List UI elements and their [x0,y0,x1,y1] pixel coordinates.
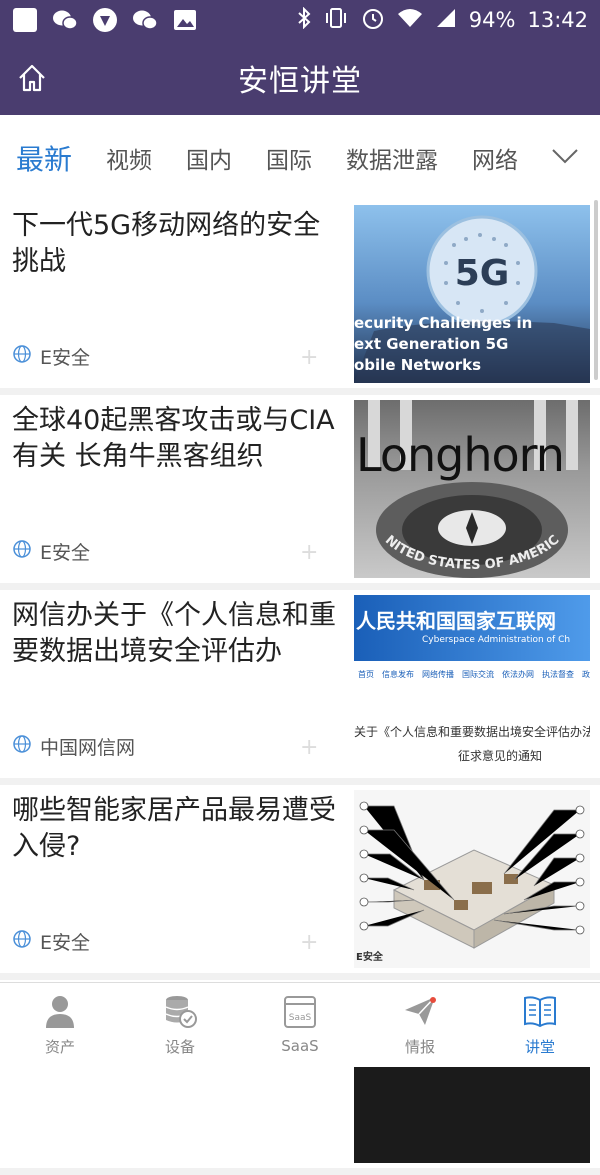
globe-icon [12,539,32,564]
add-icon[interactable]: + [300,540,318,565]
article-thumbnail: UNITED STATES OF AMERICA Longhorn [354,400,590,578]
database-icon [163,994,197,1032]
nav-intel[interactable]: 情报 [360,983,480,1067]
expand-tabs-button[interactable] [530,115,600,200]
user-icon [44,994,76,1032]
add-icon[interactable]: + [300,930,318,955]
add-icon[interactable]: + [300,735,318,760]
nav-saas[interactable]: SaaS SaaS [240,983,360,1067]
article-title: 全球40起黑客攻击或与CIA有关 长角牛黑客组织 [12,405,335,472]
image-nav-item: 政策法规 [582,670,590,679]
tab-data-leak[interactable]: 数据泄露 [346,141,438,175]
tab-network[interactable]: 网络 [472,141,518,175]
bottom-nav: 资产 设备 SaaS SaaS 情报 讲堂 [0,982,600,1067]
nav-label: 讲堂 [524,1037,555,1056]
battery-level: 94% [468,8,516,32]
image-nav-item: 网络传播 [422,670,454,679]
svg-text:SaaS: SaaS [289,1013,312,1023]
image-nav-item: 国际交流 [462,670,494,679]
notification-badge-icon [92,7,118,33]
chevron-down-icon [551,148,579,168]
image-caption-line: obile Networks [354,356,482,374]
tab-video[interactable]: 视频 [106,141,152,175]
app-square-icon [12,7,38,33]
book-icon [523,994,557,1032]
nav-assets[interactable]: 资产 [0,983,120,1067]
image-caption-line: ecurity Challenges in [354,314,533,332]
article-thumbnail: 5G ecurity Challenges in ext Generation … [354,205,590,383]
tab-domestic[interactable]: 国内 [186,141,232,175]
5g-badge: 5G [455,253,510,294]
image-nav-item: 执法督查 [542,670,574,679]
globe-icon [12,929,32,954]
nav-label: 设备 [164,1037,195,1056]
source-name: E安全 [40,347,91,369]
article-card[interactable]: 网信办关于《个人信息和重要数据出境安全评估办 中国网信网 + 人民共和国国家互联… [0,590,600,778]
wifi-icon [397,8,423,33]
wechat-icon [52,7,78,33]
add-icon[interactable]: + [300,345,318,370]
image-notice-2: 征求意见的通知 [458,749,543,763]
alarm-icon [361,6,385,35]
notification-dot [430,997,436,1003]
image-subheadline: Cyberspace Administration of Ch [422,635,571,645]
tab-latest[interactable]: 最新 [16,138,72,178]
image-badge: E安全 [356,950,384,963]
article-source: E安全 [12,343,90,370]
home-icon[interactable] [16,62,48,94]
nav-devices[interactable]: 设备 [120,983,240,1067]
image-overlay-text: Longhorn [356,428,565,482]
wechat-icon-2 [132,7,158,33]
image-icon [172,7,198,33]
vibrate-icon [323,7,349,34]
article-card[interactable]: 哪些智能家居产品最易遭受入侵? E安全 + E安全 [0,785,600,973]
tab-international[interactable]: 国际 [266,141,312,175]
status-bar: 94% 13:42 [0,0,600,40]
nav-label: 情报 [404,1037,435,1056]
signal-icon [435,7,457,34]
image-headline: 人民共和国国家互联网 [356,609,556,633]
source-name: E安全 [40,542,91,564]
article-thumbnail: E安全 [354,790,590,968]
app-header: 安恒讲堂 [0,40,600,115]
source-name: 中国网信网 [40,737,136,759]
bluetooth-icon [297,6,311,34]
article-title: 网信办关于《个人信息和重要数据出境安全评估办 [12,600,336,667]
scrollbar[interactable] [594,200,598,380]
article-title: 哪些智能家居产品最易遭受入侵? [12,795,336,862]
clock-time: 13:42 [527,8,588,32]
article-thumbnail: 人民共和国国家互联网 Cyberspace Administration of … [354,595,590,773]
article-title: 下一代5G移动网络的安全挑战 [12,210,321,277]
article-source: E安全 [12,538,90,565]
article-card[interactable]: 下一代5G移动网络的安全挑战 E安全 + 5G ecurity Challeng… [0,200,600,388]
article-source: 中国网信网 [12,733,135,760]
image-caption-line: ext Generation 5G [354,335,509,353]
article-source: E安全 [12,928,90,955]
nav-label: SaaS [281,1037,319,1055]
saas-icon: SaaS [283,995,317,1033]
image-notice: 关于《个人信息和重要数据出境安全评估办法 [354,725,590,739]
image-nav-item: 依法办网 [502,670,534,679]
image-nav-item: 首页 [358,670,374,679]
image-nav-item: 信息发布 [382,670,414,679]
globe-icon [12,734,32,759]
category-tabs: 最新 视频 国内 国际 数据泄露 网络 [0,115,600,200]
nav-label: 资产 [44,1037,75,1056]
globe-icon [12,344,32,369]
source-name: E安全 [40,932,91,954]
nav-lecture[interactable]: 讲堂 [480,983,600,1067]
article-card[interactable]: 全球40起黑客攻击或与CIA有关 长角牛黑客组织 E安全 + UNITED ST… [0,395,600,583]
page-title: 安恒讲堂 [238,63,362,99]
